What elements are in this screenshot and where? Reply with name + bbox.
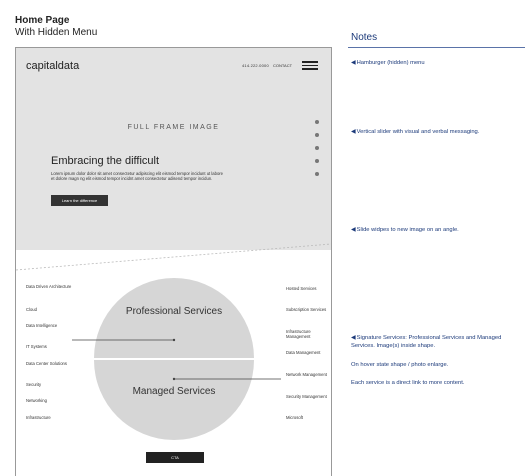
service-link[interactable]: Data Center Solutions — [26, 361, 74, 366]
left-triangle-icon: ◀ — [351, 60, 356, 66]
service-link[interactable]: Network Management — [286, 372, 330, 377]
service-link[interactable]: Data Management — [286, 350, 330, 355]
service-link[interactable]: Security — [26, 382, 74, 387]
note-text: Hamburger (hidden) menu — [356, 60, 425, 66]
left-triangle-icon: ◀ — [351, 129, 356, 135]
note-item: Each service is a direct link to more co… — [351, 380, 523, 388]
note-item: ◀Vertical slider with visual and verbal … — [351, 129, 523, 137]
wireframe-frame: capitaldata 414.222.0000 CONTACT FULL FR… — [15, 47, 332, 476]
service-link[interactable]: Subscription Services — [286, 307, 330, 312]
note-text: On hover state shape / photo enlarge. — [351, 362, 449, 368]
connector-lines — [72, 338, 281, 381]
notes-title: Notes — [351, 32, 378, 43]
service-link[interactable]: Hosted Services — [286, 286, 330, 291]
service-link[interactable]: Networking — [26, 398, 74, 403]
service-link[interactable]: Microsoft — [286, 415, 330, 420]
note-item: On hover state shape / photo enlarge. — [351, 362, 523, 370]
notes-divider — [348, 47, 525, 48]
note-text: Signature Services: Professional Service… — [351, 335, 502, 349]
service-link[interactable]: Data Driven Architecture — [26, 284, 74, 289]
service-link[interactable]: Infrastructure Management — [286, 329, 330, 339]
left-triangle-icon: ◀ — [351, 335, 356, 341]
service-link[interactable]: Infrastructure — [26, 415, 74, 420]
page-title: Home Page — [15, 15, 70, 26]
service-link[interactable]: IT Systems — [26, 344, 74, 349]
service-link[interactable]: Cloud — [26, 307, 74, 312]
service-link[interactable]: Security Management — [286, 394, 330, 399]
note-text: Vertical slider with visual and verbal m… — [356, 129, 480, 135]
note-item: ◀Hamburger (hidden) menu — [351, 60, 523, 68]
page-subtitle: With Hidden Menu — [15, 27, 98, 38]
note-item: ◀Slide widpes to new image on an angle. — [351, 227, 523, 235]
left-triangle-icon: ◀ — [351, 227, 356, 233]
note-item: ◀Signature Services: Professional Servic… — [351, 335, 523, 350]
service-link[interactable]: Data Intelligence — [26, 323, 74, 328]
note-text: Each service is a direct link to more co… — [351, 380, 465, 386]
cta-button[interactable]: CTA — [146, 452, 204, 463]
note-text: Slide widpes to new image on an angle. — [356, 227, 459, 233]
